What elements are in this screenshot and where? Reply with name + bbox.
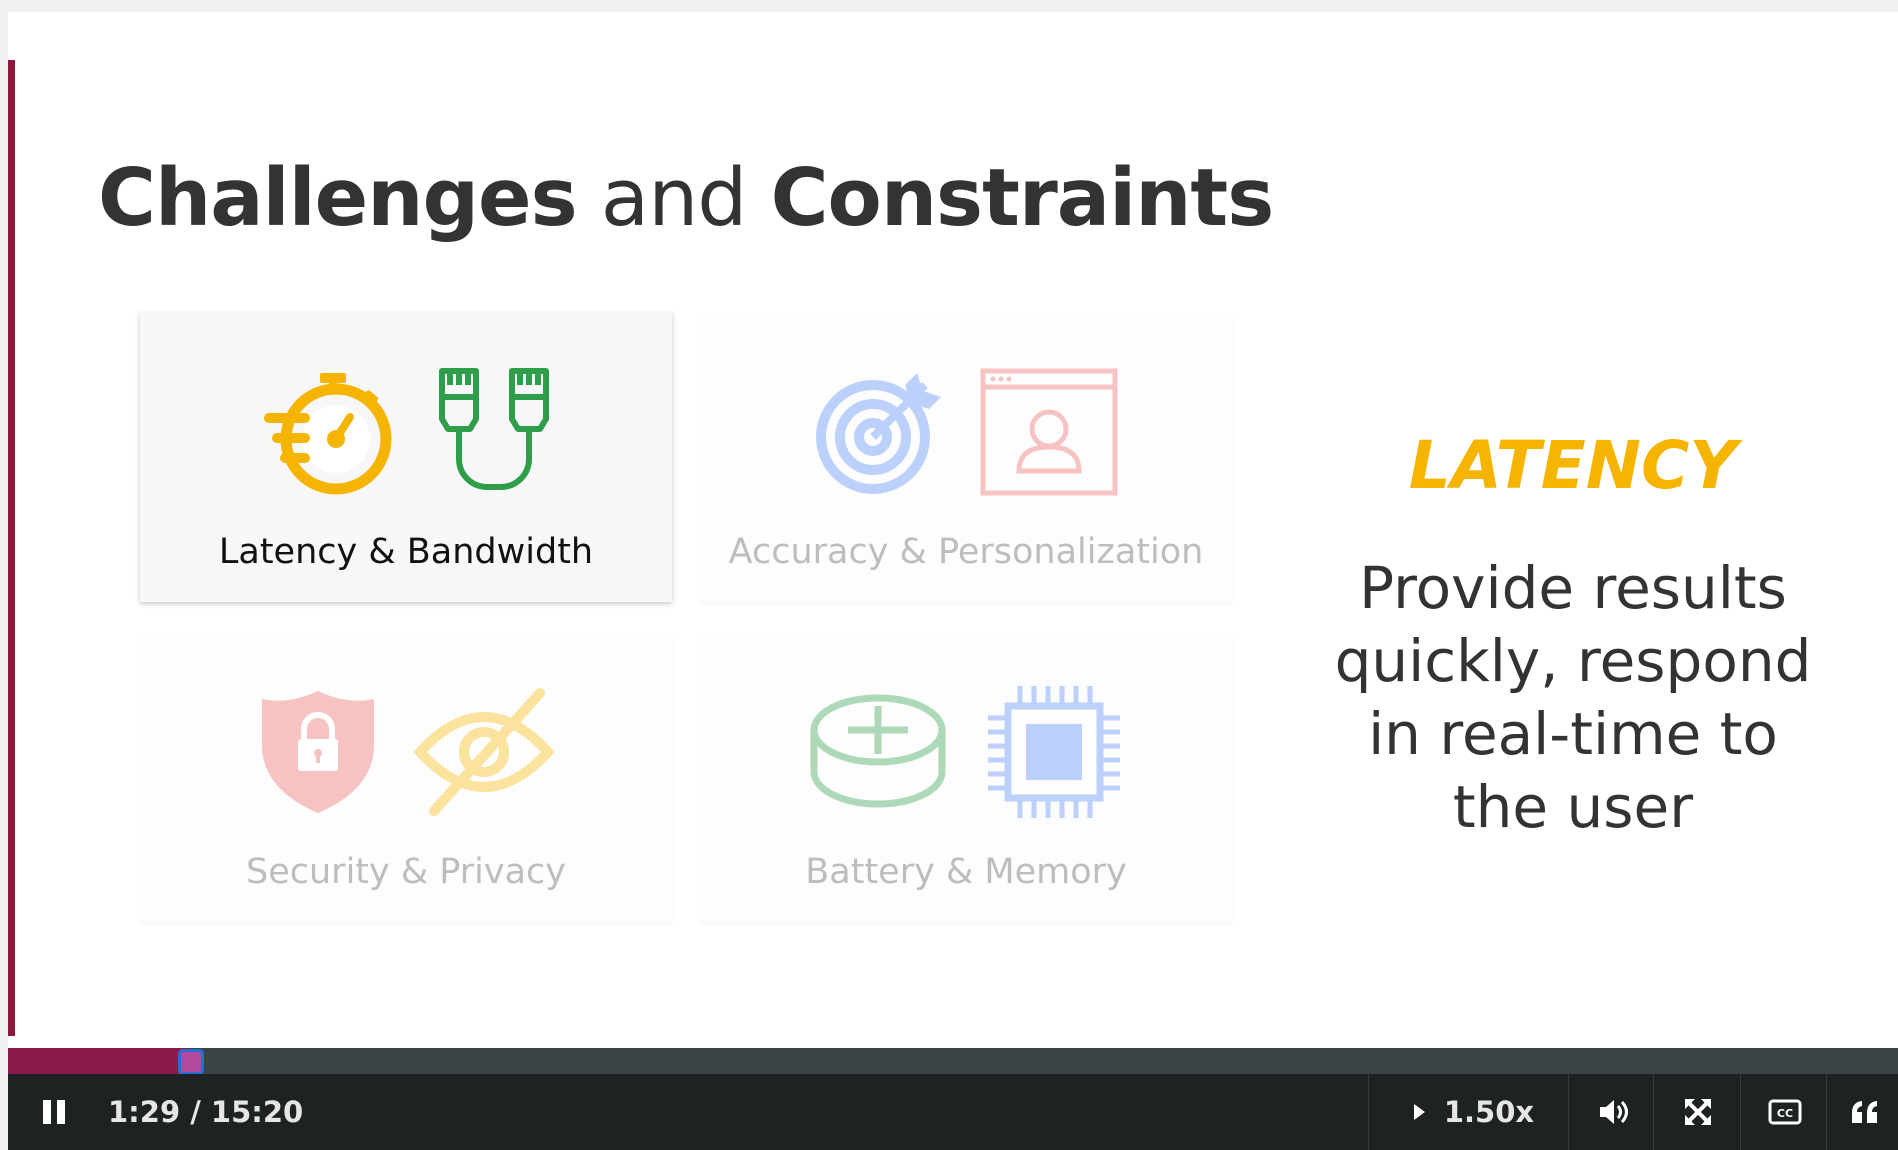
side-heading: LATENCY [1408,427,1738,504]
target-icon [816,373,941,494]
pause-button[interactable] [24,1074,84,1150]
card-label: Accuracy & Personalization [728,532,1204,572]
seek-bar-played [8,1048,191,1074]
title-part-1: Challenges [98,152,578,244]
seek-handle[interactable] [178,1049,204,1075]
playback-speed-button[interactable]: 1.50x [1388,1074,1558,1150]
fullscreen-icon [1685,1099,1711,1125]
separator [1826,1074,1827,1150]
volume-icon [1600,1100,1628,1124]
pause-icon [43,1100,65,1124]
title-part-3: Constraints [770,152,1275,244]
slide-accent-bar [8,60,15,1036]
speed-label: 1.50x [1443,1095,1535,1129]
card-battery-memory: Battery & Memory [700,632,1232,922]
seek-bar[interactable] [8,1048,1898,1074]
card-security-privacy: Security & Privacy [140,632,672,922]
svg-text:CC: CC [1777,1107,1793,1120]
separator [1740,1074,1741,1150]
hidden-eye-icon [414,688,554,816]
separator [1368,1074,1369,1150]
card-latency-bandwidth: Latency & Bandwidth [140,312,672,602]
volume-button[interactable] [1578,1074,1648,1150]
transcript-quote-icon [1852,1101,1877,1123]
video-slide: Challenges and Constraints Latency & Ban… [8,12,1898,1048]
battery-icon [810,694,946,808]
time-display: 1:29 / 15:20 [108,1095,304,1129]
separator [1568,1074,1569,1150]
ethernet-cable-icon [439,368,549,490]
chip-icon [988,686,1120,818]
transcript-button[interactable] [1830,1074,1898,1150]
title-part-2: and [600,152,748,244]
card-label: Latency & Bandwidth [218,532,594,572]
user-profile-window-icon [980,368,1118,496]
side-description: Provide results quickly, respond in real… [1334,554,1812,841]
card-label: Battery & Memory [805,852,1127,892]
slide-title: Challenges and Constraints [98,152,1275,244]
card-label: Security & Privacy [246,852,566,892]
fullscreen-button[interactable] [1663,1074,1733,1150]
lock-shield-icon [262,691,374,813]
player-controls: 1:29 / 15:20 1.50x CC [8,1074,1898,1150]
card-accuracy-personalization: Accuracy & Personalization [700,312,1232,602]
captions-icon: CC [1768,1099,1802,1125]
stopwatch-icon [264,373,392,495]
separator [1653,1074,1654,1150]
captions-button[interactable]: CC [1750,1074,1820,1150]
play-triangle-icon [1413,1104,1425,1120]
